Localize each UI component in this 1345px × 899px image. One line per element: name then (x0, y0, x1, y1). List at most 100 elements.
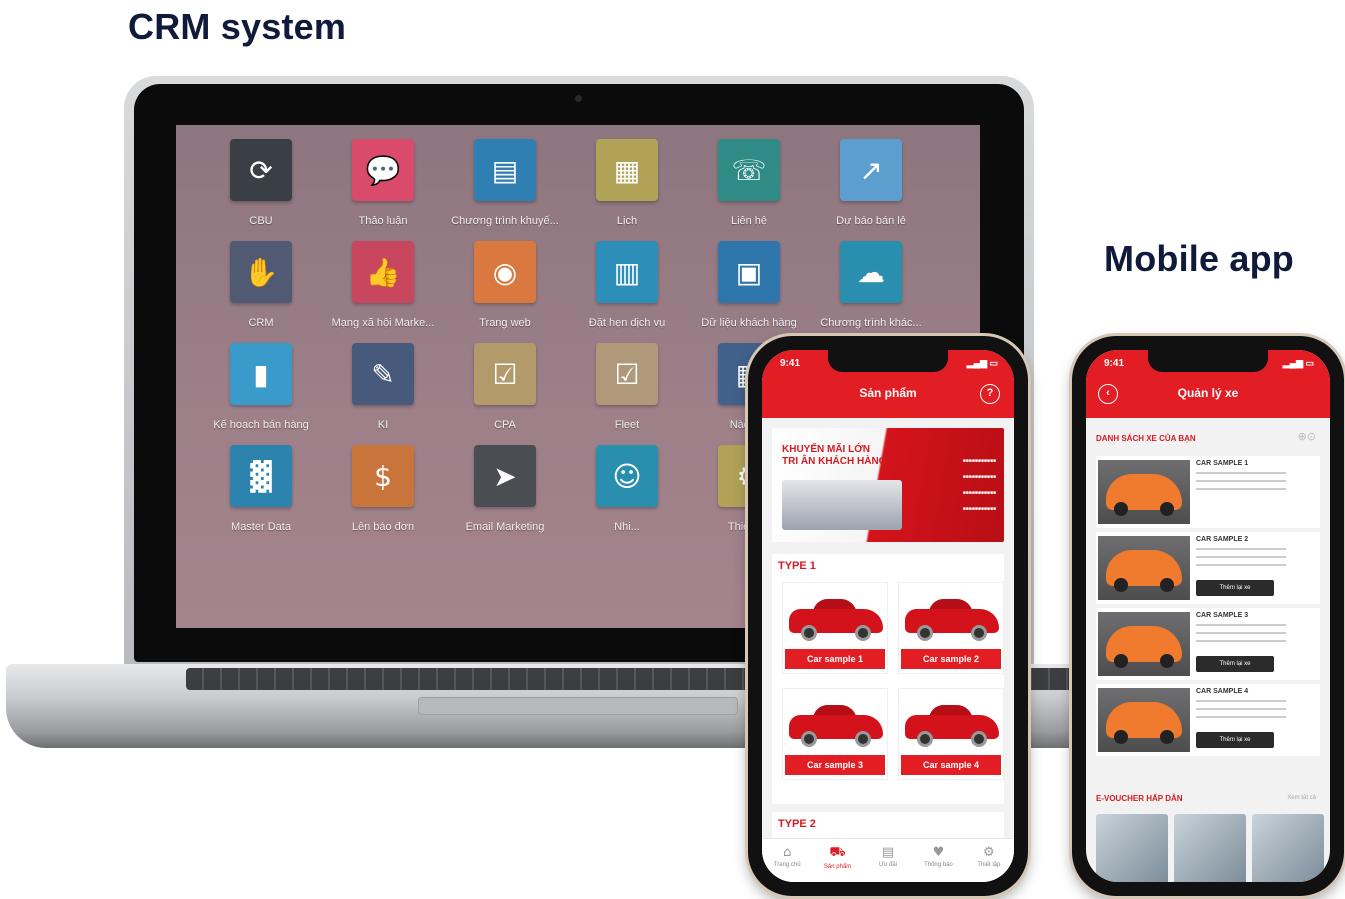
app-handshake[interactable]: ✋ CRM (206, 241, 316, 336)
vehicle-detail-line (1196, 488, 1286, 490)
car-card[interactable]: Car sample 4 (898, 688, 1004, 780)
car-card[interactable]: Car sample 3 (782, 688, 888, 780)
app-label: Đặt hẹn dịch vụ (588, 317, 666, 329)
handshake-icon: ✋ (230, 241, 292, 303)
back-icon[interactable]: ‹ (1098, 384, 1118, 404)
vehicle-item[interactable]: CAR SAMPLE 2 Thêm lại xe (1096, 532, 1320, 604)
car-card-button[interactable]: Car sample 3 (785, 755, 885, 775)
help-icon[interactable]: ? (980, 384, 1000, 404)
list-action-icons[interactable]: ⊕⊙ (1298, 430, 1316, 443)
app-calendar[interactable]: ▦ Lịch (572, 139, 682, 234)
vehicle-name: CAR SAMPLE 2 (1196, 536, 1249, 543)
vehicle-item[interactable]: CAR SAMPLE 1 (1096, 456, 1320, 528)
voucher-card[interactable] (1096, 814, 1168, 882)
app-people[interactable]: ☺ Nhi... (572, 445, 682, 540)
car-card-button[interactable]: Car sample 2 (901, 649, 1001, 669)
app-label: Lịch (616, 215, 638, 227)
phone-products-screen: 9:41 ▂▄▆ ▭ Sản phẩm ? KHUYẾN MÃI LỚN TRI … (762, 350, 1014, 882)
app-presentation[interactable]: ▤ Chương trình khuyế... (450, 139, 560, 234)
app-appointment[interactable]: ▥ Đặt hẹn dịch vụ (572, 241, 682, 336)
type1-section: TYPE 1 Car sample 1 Car sample 2 Car sam… (772, 554, 1004, 804)
vehicle-detail-line (1196, 548, 1286, 550)
app-refresh-list[interactable]: ⟳ CBU (206, 139, 316, 234)
app-chat-bubble[interactable]: 💬 Thảo luận (328, 139, 438, 234)
app-customer-data[interactable]: ▣ Dữ liệu khách hàng (694, 241, 804, 336)
app-sales-plan[interactable]: ▮ Kế hoạch bán hàng (206, 343, 316, 438)
app-paper-plane[interactable]: ➤ Email Marketing (450, 445, 560, 540)
promo-banner[interactable]: KHUYẾN MÃI LỚN TRI ÂN KHÁCH HÀNG ■■■■■■■■… (772, 428, 1004, 542)
app-label: Dự báo bán lẻ (836, 215, 906, 227)
phone-notch (828, 350, 948, 372)
app-cloud-user[interactable]: ☁ Chương trình khác... (816, 241, 926, 336)
voucher-card[interactable] (1252, 814, 1324, 882)
vehicle-action-button[interactable]: Thêm lại xe (1196, 580, 1274, 596)
see-all-link[interactable]: Xem tất cả (1287, 795, 1316, 801)
vehicle-name: CAR SAMPLE 3 (1196, 612, 1249, 619)
vehicle-detail-line (1196, 700, 1286, 702)
app-thumbs-up[interactable]: 👍 Mạng xã hội Marke... (328, 241, 438, 336)
nav-item[interactable]: ⚙ Thiết lập (964, 839, 1014, 882)
app-invoice[interactable]: $ Lên báo đơn (328, 445, 438, 540)
app-contact-book[interactable]: ☏ Liên hệ (694, 139, 804, 234)
app-label: Thảo luận (358, 215, 408, 227)
car-card-button[interactable]: Car sample 1 (785, 649, 885, 669)
phone-vehicles-screen: 9:41 ▂▄▆ ▭ ‹ Quản lý xe DANH SÁCH XE CỦA… (1086, 350, 1330, 882)
vehicle-detail-line (1196, 556, 1286, 558)
app-fleet-checklist[interactable]: ☑ Fleet (572, 343, 682, 438)
vehicle-name: CAR SAMPLE 1 (1196, 460, 1249, 467)
voucher-section-title: E-VOUCHER HẤP DẪN (1096, 794, 1183, 803)
voucher-card[interactable] (1174, 814, 1246, 882)
app-label: CBU (249, 215, 273, 227)
nav-label: Trang chủ (773, 862, 801, 868)
vehicle-detail-line (1196, 716, 1286, 718)
app-label: CPA (494, 419, 516, 431)
red-car-image (789, 701, 883, 747)
app-trend-chart[interactable]: ↗ Dự báo bán lẻ (816, 139, 926, 234)
vehicle-action-button[interactable]: Thêm lại xe (1196, 732, 1274, 748)
nav-item[interactable]: ♥ Thông báo (913, 839, 963, 882)
car-card[interactable]: Car sample 1 (782, 582, 888, 674)
nav-icon: ⌂ (783, 845, 792, 860)
app-label: Kế hoạch bán hàng (213, 419, 309, 431)
thumbs-up-icon: 👍 (352, 241, 414, 303)
app-edit-document[interactable]: ✎ KI (328, 343, 438, 438)
database-icon: ▓ (230, 445, 292, 507)
page-title: Sản phẩm (859, 386, 917, 400)
checklist-icon: ☑ (474, 343, 536, 405)
nav-icon: ♥ (932, 845, 945, 860)
app-database[interactable]: ▓ Master Data (206, 445, 316, 540)
vehicle-detail-line (1196, 624, 1286, 626)
app-label: Lên báo đơn (351, 521, 415, 533)
status-time: 9:41 (780, 358, 801, 369)
mobile-app-heading: Mobile app (1104, 238, 1294, 279)
vehicle-action-button[interactable]: Thêm lại xe (1196, 656, 1274, 672)
vehicle-item[interactable]: CAR SAMPLE 3 Thêm lại xe (1096, 608, 1320, 680)
banner-bullet: ■■■■■■■■■■■ (962, 458, 996, 464)
app-label: CRM (248, 317, 274, 329)
customer-data-icon: ▣ (718, 241, 780, 303)
camera-icon (575, 95, 582, 102)
car-card-button[interactable]: Car sample 4 (901, 755, 1001, 775)
red-car-image (905, 701, 999, 747)
app-label: Chương trình khác... (820, 317, 922, 329)
car-card[interactable]: Car sample 2 (898, 582, 1004, 674)
nav-item[interactable]: ⛟ Sản phẩm (812, 839, 862, 882)
nav-icon: ⚙ (983, 845, 995, 860)
app-checklist[interactable]: ☑ CPA (450, 343, 560, 438)
nav-item[interactable]: ▤ Ưu đãi (863, 839, 913, 882)
orange-car-photo (1098, 460, 1190, 524)
contact-book-icon: ☏ (718, 139, 780, 201)
nav-label: Thiết lập (977, 862, 1001, 868)
vehicle-list-header: DANH SÁCH XE CỦA BẠN (1096, 434, 1196, 443)
vehicle-item[interactable]: CAR SAMPLE 4 Thêm lại xe (1096, 684, 1320, 756)
fleet-checklist-icon: ☑ (596, 343, 658, 405)
signal-battery-icon: ▂▄▆ ▭ (966, 358, 998, 368)
nav-item[interactable]: ⌂ Trang chủ (762, 839, 812, 882)
nav-label: Sản phẩm (823, 864, 852, 870)
app-globe[interactable]: ◉ Trang web (450, 241, 560, 336)
app-label: KI (377, 419, 389, 431)
edit-document-icon: ✎ (352, 343, 414, 405)
truck-image (782, 480, 902, 530)
laptop-trackpad (418, 697, 738, 715)
vehicle-name: CAR SAMPLE 4 (1196, 688, 1249, 695)
